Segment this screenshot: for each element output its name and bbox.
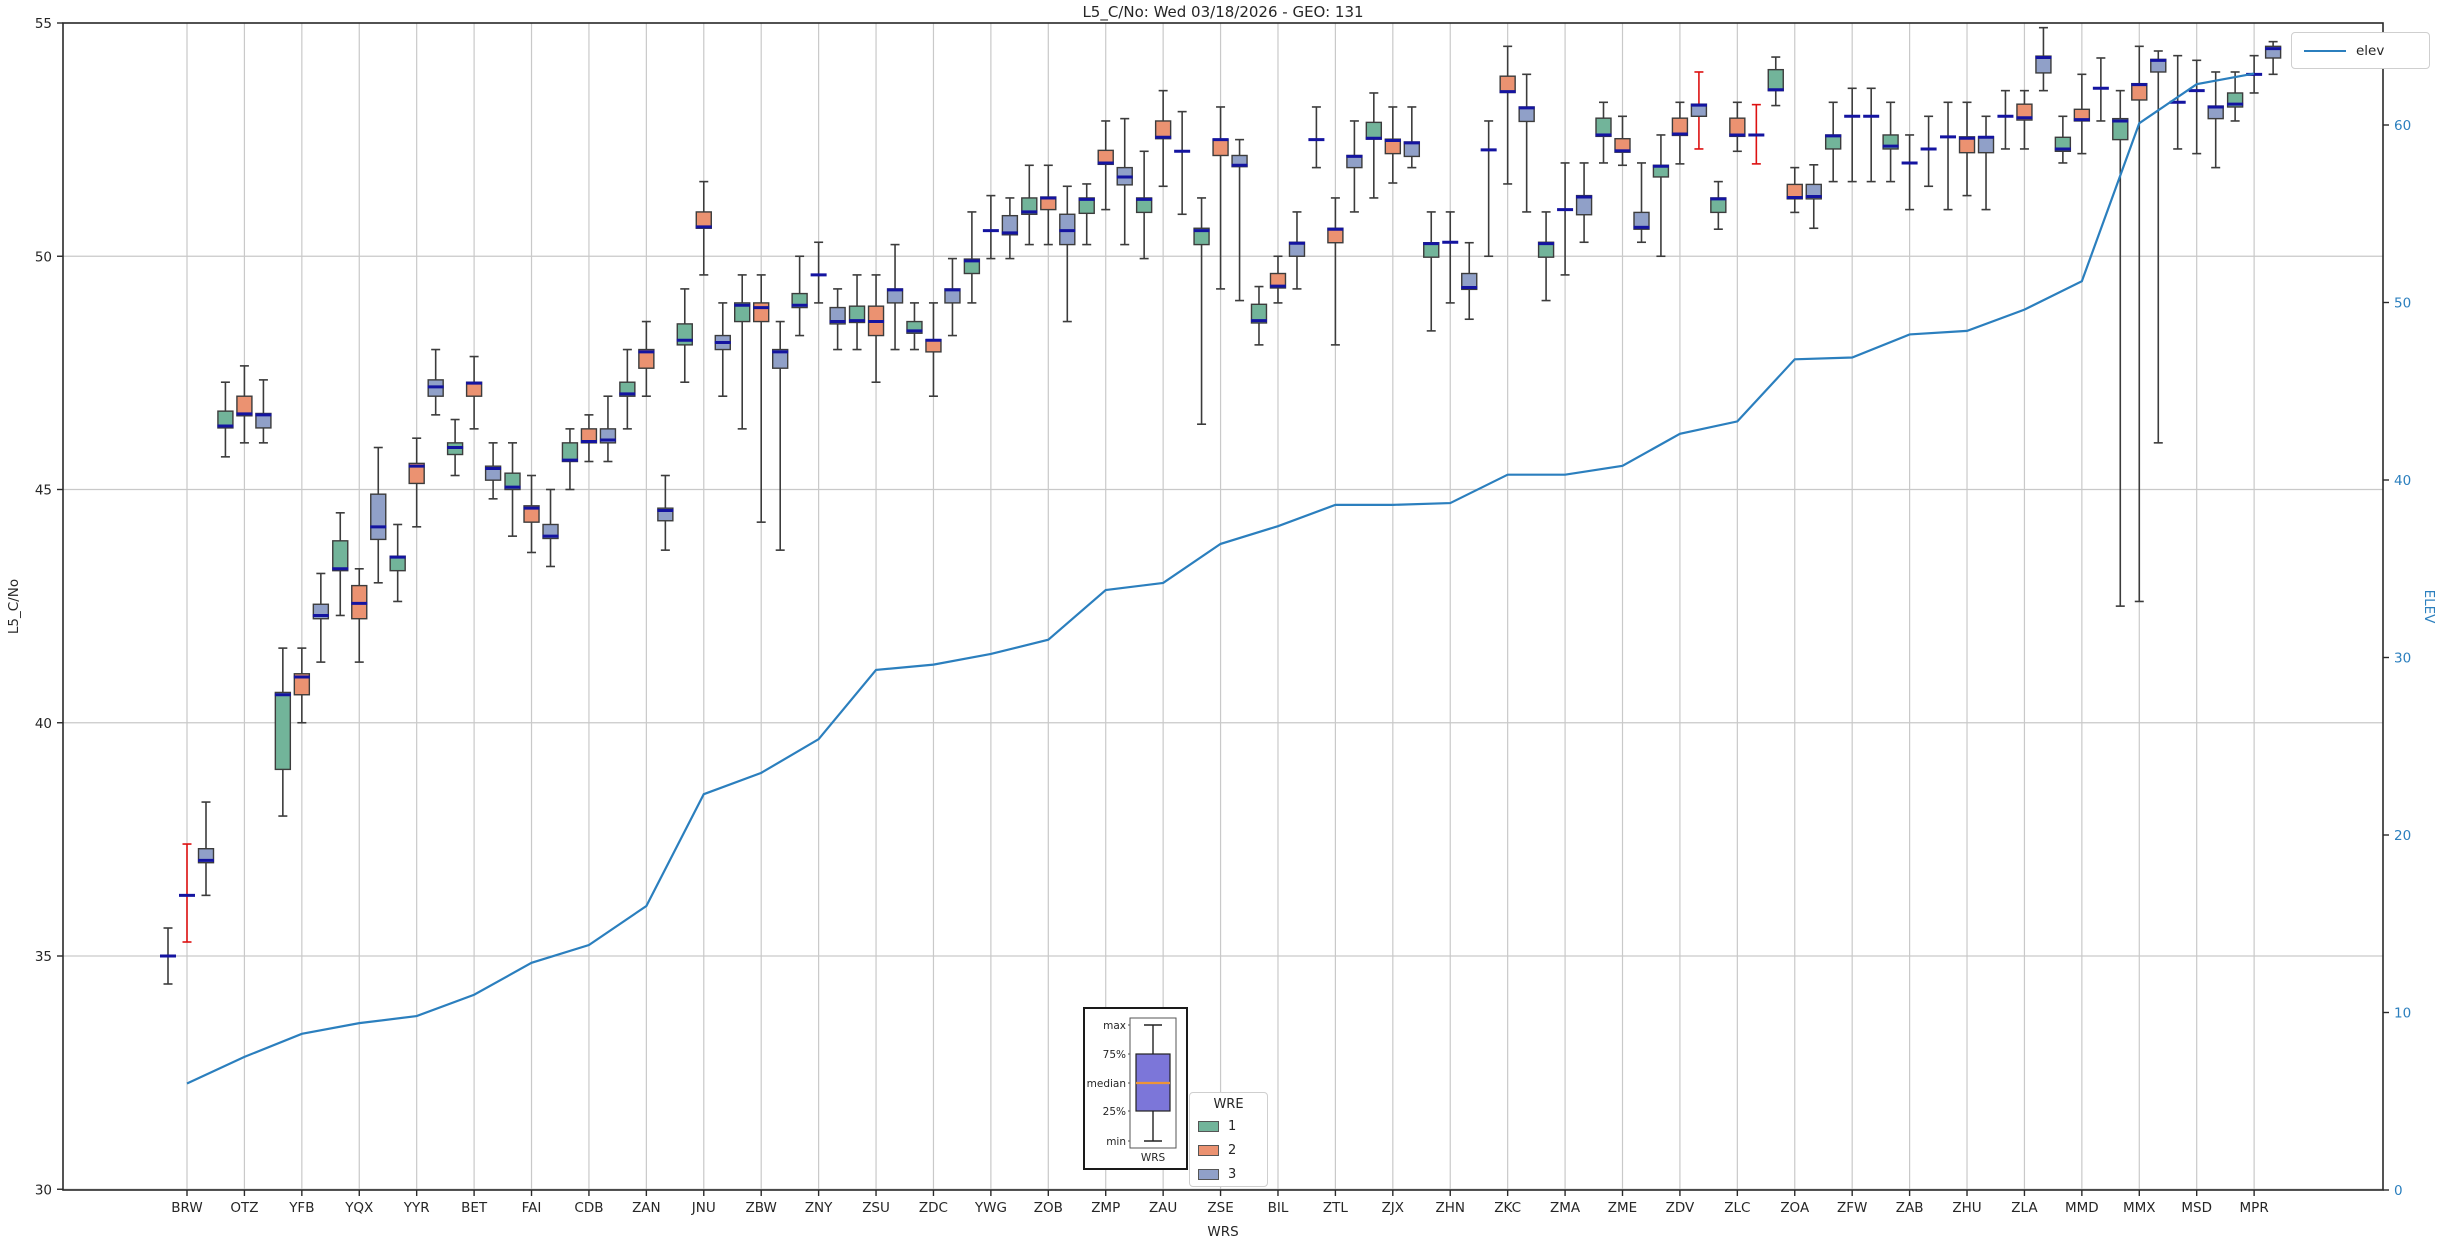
svg-text:ZSE: ZSE — [1207, 1200, 1233, 1216]
svg-text:20: 20 — [2394, 828, 2411, 844]
svg-text:OTZ: OTZ — [230, 1200, 258, 1216]
svg-text:ZAB: ZAB — [1896, 1200, 1924, 1216]
boxplot-group-OTZ — [217, 365, 272, 458]
inset-label-min: min — [1106, 1136, 1126, 1148]
wre-legend-item-3: 3 — [1198, 1162, 1259, 1186]
svg-text:60: 60 — [2394, 118, 2411, 134]
svg-text:ZKC: ZKC — [1494, 1200, 1521, 1216]
wre-legend: WRE 1 2 3 — [1189, 1092, 1268, 1187]
svg-text:ZME: ZME — [1608, 1200, 1637, 1216]
inset-label-75%: 75% — [1103, 1049, 1126, 1061]
svg-text:ZFW: ZFW — [1837, 1200, 1867, 1216]
svg-text:45: 45 — [35, 483, 52, 499]
plot-canvas: 30 35 40 45 50 55 0 10 20 30 40 50 60 BRW OTZ YFB YQX YYR… — [6, 16, 2437, 1240]
svg-text:FAI: FAI — [522, 1200, 542, 1216]
inset-x-label: WRS — [1141, 1152, 1166, 1164]
svg-text:ZLC: ZLC — [1724, 1200, 1750, 1216]
svg-text:ZTL: ZTL — [1323, 1200, 1348, 1216]
svg-text:YQX: YQX — [344, 1200, 373, 1216]
svg-text:ZNY: ZNY — [805, 1200, 833, 1216]
wre-legend-rows: 1 2 3 — [1198, 1114, 1259, 1186]
inset-label-median: median — [1087, 1078, 1126, 1090]
y-right-axis: 0 10 20 30 40 50 60 — [2383, 118, 2411, 1199]
boxplot-group-ZBW — [734, 274, 789, 551]
wre-swatch-3 — [1198, 1168, 1219, 1180]
svg-text:40: 40 — [35, 716, 52, 732]
inset-label-max: max — [1103, 1020, 1126, 1032]
boxplot-group-MMD — [2054, 57, 2109, 164]
svg-text:JNU: JNU — [691, 1200, 716, 1216]
svg-text:ZMA: ZMA — [1550, 1200, 1581, 1216]
boxplot-group-ZHU — [1940, 101, 1995, 211]
wre-swatch-1 — [1198, 1120, 1219, 1132]
wre-swatch-2 — [1198, 1144, 1219, 1156]
figure-root: 30 35 40 45 50 55 0 10 20 30 40 50 60 BRW OTZ YFB YQX YYR… — [0, 0, 2438, 1240]
svg-text:YYR: YYR — [403, 1200, 430, 1216]
svg-text:CDB: CDB — [574, 1200, 603, 1216]
svg-text:ZMP: ZMP — [1091, 1200, 1120, 1216]
svg-text:ZAN: ZAN — [632, 1200, 661, 1216]
elev-legend-label: elev — [2356, 42, 2385, 59]
boxplot-group-ZJX — [1365, 92, 1421, 199]
svg-text:0: 0 — [2394, 1183, 2403, 1199]
y-left-axis-title: L5_C/No — [6, 579, 22, 634]
boxplot-anatomy-diagram: max 75% median 25% min WRS — [1087, 1017, 1177, 1164]
plot-frame — [62, 22, 2384, 1191]
wre-swatch-label: 1 — [1228, 1118, 1237, 1134]
y-left-axis: 30 35 40 45 50 55 — [35, 16, 63, 1198]
boxplot-group-MMX — [2112, 45, 2167, 607]
x-axis: BRW OTZ YFB YQX YYR BET FAI CDB ZAN JNU ZBW ZNY ZSU Z… — [171, 1190, 2269, 1216]
svg-text:30: 30 — [2394, 651, 2411, 667]
x-axis-title: WRS — [1207, 1224, 1238, 1240]
svg-text:ZAU: ZAU — [1149, 1200, 1177, 1216]
svg-text:BRW: BRW — [171, 1200, 202, 1216]
svg-text:55: 55 — [35, 16, 52, 32]
svg-text:ZSU: ZSU — [862, 1200, 890, 1216]
svg-text:10: 10 — [2394, 1006, 2411, 1022]
svg-text:MMD: MMD — [2065, 1200, 2099, 1216]
svg-text:BET: BET — [461, 1200, 488, 1216]
y-right-axis-title: ELEV — [2421, 590, 2437, 625]
wre-legend-title: WRE — [1213, 1097, 1244, 1112]
svg-text:ZHU: ZHU — [1952, 1200, 1981, 1216]
wre-legend-item-1: 1 — [1198, 1114, 1259, 1138]
svg-text:50: 50 — [35, 249, 52, 265]
svg-text:ZLA: ZLA — [2011, 1200, 2038, 1216]
svg-text:ZJX: ZJX — [1382, 1200, 1404, 1216]
wre-swatch-label: 3 — [1228, 1166, 1237, 1182]
svg-text:40: 40 — [2394, 473, 2411, 489]
boxplot-group-MSD — [2169, 54, 2224, 169]
svg-text:ZHN: ZHN — [1435, 1200, 1465, 1216]
wre-swatch-label: 2 — [1228, 1142, 1237, 1158]
svg-text:YFB: YFB — [288, 1200, 314, 1216]
svg-text:MSD: MSD — [2181, 1200, 2212, 1216]
svg-text:MPR: MPR — [2240, 1200, 2269, 1216]
svg-text:ZDC: ZDC — [919, 1200, 948, 1216]
svg-text:MMX: MMX — [2123, 1200, 2156, 1216]
svg-text:30: 30 — [35, 1182, 52, 1198]
elev-legend: elev — [2291, 32, 2430, 69]
svg-text:ZBW: ZBW — [746, 1200, 777, 1216]
svg-text:ZOA: ZOA — [1780, 1200, 1810, 1216]
chart-title: L5_C/No: Wed 03/18/2026 - GEO: 131 — [1082, 3, 1364, 21]
elev-line-swatch — [2304, 49, 2346, 52]
svg-text:35: 35 — [35, 949, 52, 965]
boxplot-anatomy-inset: max 75% median 25% min WRS — [1083, 1007, 1188, 1170]
inset-label-25%: 25% — [1103, 1106, 1126, 1118]
gridlines — [63, 22, 2383, 1190]
svg-text:YWG: YWG — [974, 1200, 1007, 1216]
svg-text:ZOB: ZOB — [1034, 1200, 1063, 1216]
svg-text:BIL: BIL — [1268, 1200, 1289, 1216]
boxplot-group-ZFW — [1824, 87, 1880, 183]
svg-text:50: 50 — [2394, 296, 2411, 312]
svg-text:ZDV: ZDV — [1666, 1200, 1695, 1216]
wre-legend-item-2: 2 — [1198, 1138, 1259, 1162]
